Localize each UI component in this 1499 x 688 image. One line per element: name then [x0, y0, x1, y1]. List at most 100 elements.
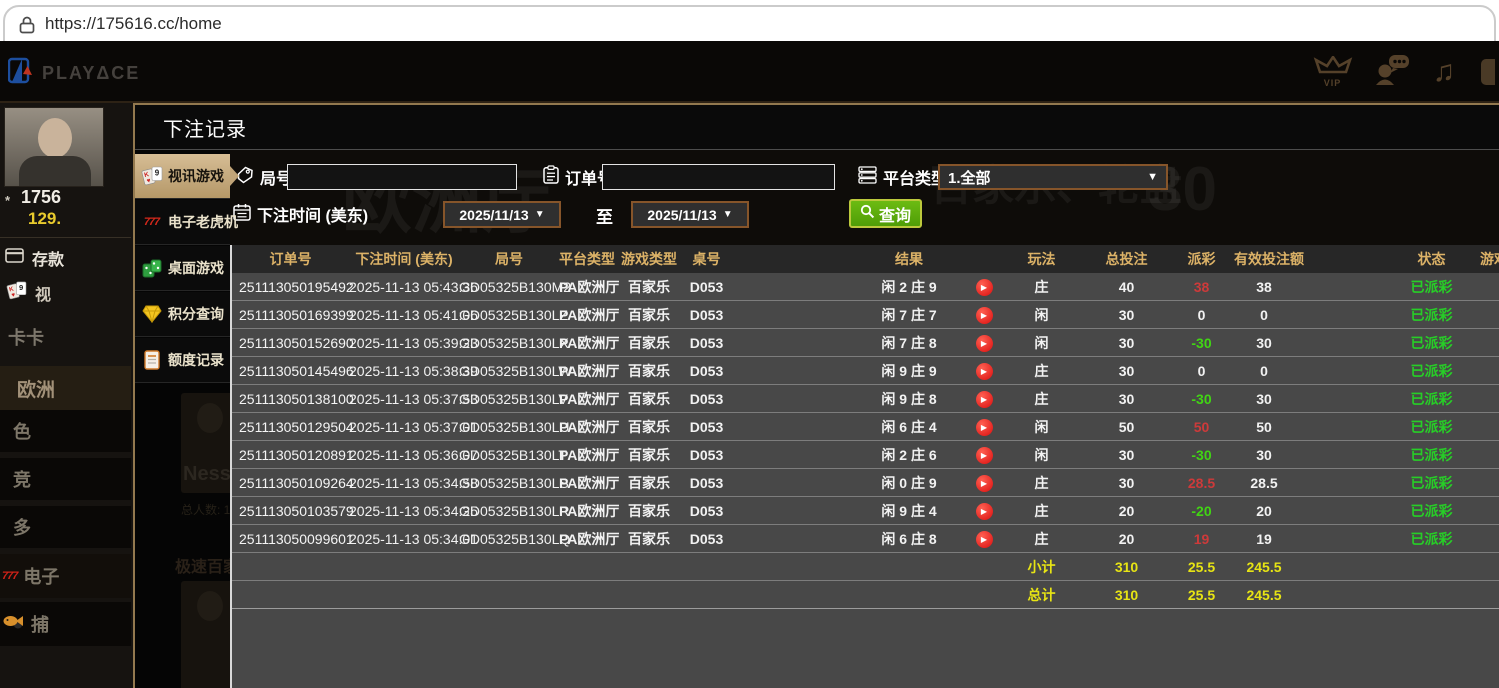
screen: https://175616.cc/home PLAYΔCE VIP — [0, 0, 1499, 688]
cell-order: 251113050099601 — [232, 531, 349, 547]
table-row: 2511130501092642025-11-13 05:34:58GD0532… — [232, 469, 1499, 497]
replay-button[interactable]: ▶ — [976, 335, 993, 352]
cell-table: D053 — [684, 475, 729, 491]
column-header-valid: 有效投注额 — [1234, 249, 1294, 269]
cell-round: GD05325B130LT — [459, 447, 559, 463]
brand-name: PLAYΔCE — [42, 63, 140, 84]
cell-table: D053 — [684, 335, 729, 351]
order-no-input[interactable] — [602, 164, 835, 190]
music-button[interactable]: ♫ — [1433, 57, 1456, 87]
cell-bet: 40 — [1084, 279, 1169, 295]
clipped-header-icon — [1481, 59, 1495, 85]
cell-payout: 28.5 — [1169, 475, 1234, 491]
cell-play: ▶ — [969, 277, 999, 296]
bet-records-table: 订单号下注时间 (美东)局号平台类型游戏类型桌号结果玩法总投注派彩有效投注额状态… — [230, 245, 1499, 688]
platform-select[interactable]: 1.全部 ▼ — [938, 164, 1168, 190]
cell-result: 闲 7 庄 7 — [849, 305, 969, 325]
cell-play: ▶ — [969, 361, 999, 380]
cell-method: 庄 — [999, 389, 1084, 409]
cell-game: 百家乐 — [614, 305, 684, 325]
replay-button[interactable]: ▶ — [976, 475, 993, 492]
table-row: 2511130500996012025-11-13 05:34:01GD0532… — [232, 525, 1499, 553]
cell-payout: 25.5 — [1169, 587, 1234, 603]
site-logo[interactable]: PLAYΔCE — [8, 57, 140, 89]
sidebar-item-2[interactable]: 桌面游戏 — [135, 246, 230, 291]
sidebar-item-4[interactable]: 额度记录 — [135, 338, 230, 383]
cell-method: 闲 — [999, 333, 1084, 353]
cell-round: GD05325B130LQ — [459, 531, 559, 547]
date-to-select[interactable]: 2025/11/13 ▼ — [631, 201, 749, 228]
cell-valid: 30 — [1234, 335, 1294, 351]
replay-button[interactable]: ▶ — [976, 363, 993, 380]
round-no-input[interactable] — [287, 164, 517, 190]
search-button[interactable]: 查询 — [849, 199, 922, 228]
cell-payout: -30 — [1169, 447, 1234, 463]
bet-records-modal: 下注记录 K♥9视讯游戏777电子老虎机桌面游戏积分查询额度记录 Nessa 总… — [133, 103, 1499, 688]
cell-result: 闲 6 庄 4 — [849, 417, 969, 437]
tab-fragment: 多 — [0, 506, 131, 548]
platform-stack-icon — [858, 166, 877, 189]
vip-crown-icon — [1313, 56, 1353, 80]
sidebar-item-0[interactable]: K♥9视讯游戏 — [135, 154, 230, 199]
replay-button[interactable]: ▶ — [976, 531, 993, 548]
page-title: 下注记录 — [163, 113, 247, 142]
cell-result: 闲 9 庄 4 — [849, 501, 969, 521]
sidebar-item-3[interactable]: 积分查询 — [135, 292, 230, 337]
lock-icon — [19, 16, 35, 39]
sidebar-item-1[interactable]: 777电子老虎机 — [135, 200, 230, 245]
divider — [0, 237, 131, 238]
table-row: 2511130501526902025-11-13 05:39:23GD0532… — [232, 329, 1499, 357]
replay-button[interactable]: ▶ — [976, 447, 993, 464]
cell-round: GD05325B130LW — [459, 363, 559, 379]
wallet-icon — [5, 248, 24, 268]
cell-bet: 30 — [1084, 391, 1169, 407]
replay-button[interactable]: ▶ — [976, 419, 993, 436]
cell-table: D053 — [684, 391, 729, 407]
url-text: https://175616.cc/home — [45, 14, 222, 34]
column-header-game2: 游戏 — [1469, 249, 1499, 269]
replay-button[interactable]: ▶ — [976, 279, 993, 296]
vip-label: VIP — [1324, 78, 1342, 88]
replay-button[interactable]: ▶ — [976, 391, 993, 408]
cell-status: 已派彩 — [1394, 305, 1469, 325]
cell-order: 251113050145496 — [232, 363, 349, 379]
cell-payout: 0 — [1169, 307, 1234, 323]
site-header: PLAYΔCE VIP ♫ — [0, 41, 1499, 103]
table-header-row: 订单号下注时间 (美东)局号平台类型游戏类型桌号结果玩法总投注派彩有效投注额状态… — [232, 245, 1499, 273]
column-header-time: 下注时间 (美东) — [349, 249, 459, 269]
cell-platform: PA欧洲厅 — [559, 389, 614, 409]
cell-result: 闲 6 庄 8 — [849, 529, 969, 549]
cell-bet: 30 — [1084, 307, 1169, 323]
chevron-down-icon: ▼ — [535, 209, 545, 220]
cell-play: ▶ — [969, 501, 999, 520]
cell-result: 闲 0 庄 9 — [849, 473, 969, 493]
cell-bet: 50 — [1084, 419, 1169, 435]
cell-game: 百家乐 — [614, 277, 684, 297]
replay-button[interactable]: ▶ — [976, 503, 993, 520]
cell-valid: 19 — [1234, 531, 1294, 547]
modal-sidebar: K♥9视讯游戏777电子老虎机桌面游戏积分查询额度记录 Nessa 总人数: 1… — [135, 150, 230, 688]
cell-time: 2025-11-13 05:34:58 — [349, 475, 459, 491]
subtotal-row: 小计31025.5245.5 — [232, 553, 1499, 581]
cell-method: 庄 — [999, 501, 1084, 521]
cell-platform: PA欧洲厅 — [559, 277, 614, 297]
vip-button[interactable]: VIP — [1313, 56, 1353, 88]
browser-address-bar[interactable]: https://175616.cc/home — [0, 0, 1499, 41]
column-header-bet: 总投注 — [1084, 249, 1169, 269]
replay-button[interactable]: ▶ — [976, 307, 993, 324]
cell-bet: 30 — [1084, 475, 1169, 491]
url-pill[interactable]: https://175616.cc/home — [3, 5, 1496, 41]
cell-status: 已派彩 — [1394, 361, 1469, 381]
ghost-player-count: 总人数: 18 — [181, 501, 230, 518]
cell-game: 百家乐 — [614, 333, 684, 353]
slot-777-icon: 777 — [140, 216, 163, 228]
cell-status: 已派彩 — [1394, 333, 1469, 353]
cell-valid: 245.5 — [1234, 587, 1294, 603]
date-from-select[interactable]: 2025/11/13 ▼ — [443, 201, 561, 228]
cell-round: GD05325B130LZ — [459, 307, 559, 323]
cell-time: 2025-11-13 05:37:53 — [349, 391, 459, 407]
cell-payout: -30 — [1169, 335, 1234, 351]
sidebar-item-label: 积分查询 — [168, 304, 224, 324]
support-chat-button[interactable] — [1375, 53, 1411, 90]
cell-order: 251113050152690 — [232, 335, 349, 351]
